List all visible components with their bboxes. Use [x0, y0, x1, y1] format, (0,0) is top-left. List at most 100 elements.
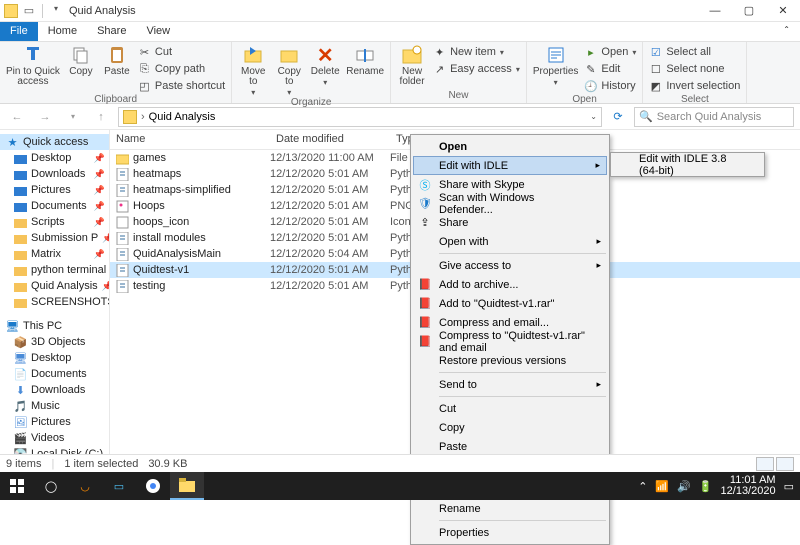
- taskbar-app-2[interactable]: ▭: [102, 472, 136, 500]
- nav-item[interactable]: 🎵Music: [0, 398, 109, 414]
- tab-file[interactable]: File: [0, 22, 38, 41]
- ctx-open-with[interactable]: Open with▸: [413, 232, 607, 251]
- nav-item[interactable]: 🖥Desktop: [0, 350, 109, 366]
- chevron-down-icon[interactable]: ⌄: [590, 112, 597, 121]
- copy-to-button[interactable]: Copy to▾: [274, 44, 304, 97]
- tab-share[interactable]: Share: [87, 22, 136, 41]
- nav-item[interactable]: Downloads📌: [0, 166, 109, 182]
- nav-item[interactable]: Matrix📌: [0, 246, 109, 262]
- nav-item[interactable]: Desktop📌: [0, 150, 109, 166]
- new-item-button[interactable]: ✦New item ▾: [433, 44, 520, 60]
- minimize-button[interactable]: —: [698, 0, 732, 22]
- ctx-open[interactable]: Open: [413, 137, 607, 156]
- nav-item[interactable]: 📄Documents: [0, 366, 109, 382]
- ctx-add-archive[interactable]: 📕Add to archive...: [413, 275, 607, 294]
- tab-view[interactable]: View: [136, 22, 180, 41]
- view-large-button[interactable]: [776, 457, 794, 471]
- nav-item[interactable]: 📦3D Objects: [0, 334, 109, 350]
- ctx-scan-defender[interactable]: 🛡Scan with Windows Defender...: [413, 194, 607, 213]
- folder-icon: [14, 168, 27, 181]
- nav-quick-access[interactable]: ★Quick access: [0, 134, 109, 150]
- taskbar-explorer[interactable]: [170, 472, 204, 500]
- rename-button[interactable]: Rename: [346, 44, 384, 77]
- sparkle-icon: ✦: [433, 46, 446, 59]
- taskbar-cortana[interactable]: ◯: [34, 472, 68, 500]
- open-button[interactable]: ▸Open ▾: [584, 44, 636, 60]
- breadcrumb[interactable]: › Quid Analysis ⌄: [118, 107, 602, 127]
- nav-item[interactable]: Quid Analysis📌: [0, 278, 109, 294]
- easy-access-button[interactable]: ↗Easy access ▾: [433, 61, 520, 77]
- select-all-button[interactable]: ☑Select all: [649, 44, 740, 60]
- drive-icon: 📦: [14, 336, 27, 349]
- nav-forward-button[interactable]: →: [34, 106, 56, 128]
- qat-newfolder-icon[interactable]: ▭: [22, 4, 36, 18]
- delete-button[interactable]: ✕Delete▾: [310, 44, 340, 87]
- edit-button[interactable]: ✎Edit: [584, 61, 636, 77]
- nav-item[interactable]: 🖼Pictures: [0, 414, 109, 430]
- ctx-restore[interactable]: Restore previous versions: [413, 351, 607, 370]
- nav-this-pc[interactable]: 🖥This PC: [0, 318, 109, 334]
- ctx-share[interactable]: ⇪Share: [413, 213, 607, 232]
- folder-icon: [14, 184, 27, 197]
- search-input[interactable]: 🔍 Search Quid Analysis: [634, 107, 794, 127]
- ctx-add-rar[interactable]: 📕Add to "Quidtest-v1.rar": [413, 294, 607, 313]
- tray-volume-icon[interactable]: 🔊: [677, 480, 691, 493]
- tray-notifications-icon[interactable]: ▭: [784, 480, 794, 493]
- history-button[interactable]: 🕘History: [584, 78, 636, 94]
- breadcrumb-folder[interactable]: Quid Analysis: [149, 111, 216, 123]
- tray-clock[interactable]: 11:01 AM12/13/2020: [721, 475, 776, 497]
- nav-item[interactable]: Pictures📌: [0, 182, 109, 198]
- context-submenu-idle: Edit with IDLE 3.8 (64-bit): [610, 152, 765, 177]
- cut-button[interactable]: ✂Cut: [138, 44, 225, 60]
- nav-up-button[interactable]: ↑: [90, 106, 112, 128]
- nav-item[interactable]: ⬇Downloads: [0, 382, 109, 398]
- ctx-edit-idle[interactable]: Edit with IDLE▸: [413, 156, 607, 175]
- taskbar-app-1[interactable]: ◡: [68, 472, 102, 500]
- tray-chevron-up-icon[interactable]: ⌃: [638, 480, 647, 493]
- new-folder-button[interactable]: New folder: [397, 44, 427, 87]
- ctx-send-to[interactable]: Send to▸: [413, 375, 607, 394]
- tab-home[interactable]: Home: [38, 22, 87, 41]
- tray-battery-icon[interactable]: 🔋: [699, 480, 713, 493]
- ctx-give-access[interactable]: Give access to▸: [413, 256, 607, 275]
- close-button[interactable]: ✕: [766, 0, 800, 22]
- paste-button[interactable]: Paste: [102, 44, 132, 77]
- paste-shortcut-button[interactable]: ◰Paste shortcut: [138, 78, 225, 94]
- copy-path-button[interactable]: ⎘Copy path: [138, 61, 225, 77]
- nav-item[interactable]: Documents📌: [0, 198, 109, 214]
- ctx-idle-38[interactable]: Edit with IDLE 3.8 (64-bit): [613, 155, 762, 174]
- file-date: 12/12/2020 5:01 AM: [270, 216, 390, 228]
- invert-selection-button[interactable]: ◩Invert selection: [649, 78, 740, 94]
- col-date[interactable]: Date modified: [270, 130, 390, 149]
- refresh-button[interactable]: ⟳: [608, 110, 628, 123]
- copy-button[interactable]: Copy: [66, 44, 96, 77]
- tray-network-icon[interactable]: 📶: [655, 480, 669, 493]
- qat-dropdown-icon[interactable]: ▾: [49, 4, 63, 18]
- taskbar-chrome[interactable]: [136, 472, 170, 500]
- start-button[interactable]: [0, 472, 34, 500]
- nav-item[interactable]: Scripts📌: [0, 214, 109, 230]
- ctx-copy[interactable]: Copy: [413, 418, 607, 437]
- navigation-pane: ★Quick access Desktop📌Downloads📌Pictures…: [0, 130, 110, 486]
- nav-item[interactable]: 🎬Videos: [0, 430, 109, 446]
- maximize-button[interactable]: ▢: [732, 0, 766, 22]
- nav-history-button[interactable]: ▾: [62, 106, 84, 128]
- status-item-count: 9 items: [6, 458, 41, 470]
- ctx-rename[interactable]: Rename: [413, 499, 607, 518]
- chevron-right-icon: ▸: [596, 236, 601, 247]
- ctx-properties[interactable]: Properties: [413, 523, 607, 542]
- ctx-compress-rar-email[interactable]: 📕Compress to "Quidtest-v1.rar" and email: [413, 332, 607, 351]
- nav-item[interactable]: python terminal📌: [0, 262, 109, 278]
- pin-quick-access-button[interactable]: Pin to Quick access: [6, 44, 60, 87]
- col-name[interactable]: Name: [110, 130, 270, 149]
- select-none-button[interactable]: ☐Select none: [649, 61, 740, 77]
- chevron-right-icon[interactable]: ›: [141, 111, 145, 123]
- ribbon-collapse-icon[interactable]: ⌃: [773, 22, 800, 41]
- nav-back-button[interactable]: ←: [6, 106, 28, 128]
- view-details-button[interactable]: [756, 457, 774, 471]
- move-to-button[interactable]: Move to▾: [238, 44, 268, 97]
- properties-button[interactable]: Properties▾: [533, 44, 579, 87]
- nav-item[interactable]: SCREENSHOTS📌: [0, 294, 109, 310]
- nav-item[interactable]: Submission P📌: [0, 230, 109, 246]
- ctx-cut[interactable]: Cut: [413, 399, 607, 418]
